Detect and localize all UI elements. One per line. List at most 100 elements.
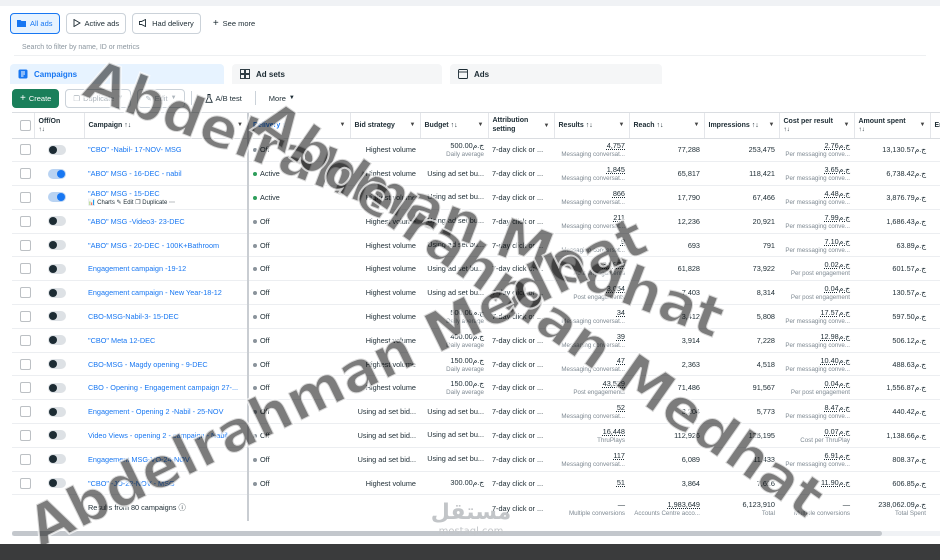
- see-more-button[interactable]: + See more: [207, 13, 261, 34]
- reach-cell: 3,914: [629, 328, 704, 353]
- tab-ad-sets[interactable]: Ad sets: [232, 64, 442, 84]
- col-attribution[interactable]: Attribution setting ▼: [488, 113, 555, 139]
- select-all-checkbox[interactable]: [12, 113, 35, 139]
- on-off-toggle[interactable]: [48, 216, 66, 227]
- edit-action[interactable]: Edit: [123, 200, 133, 206]
- campaign-name-link[interactable]: "ABO" MSG - 15-DEC: [88, 189, 243, 198]
- impressions-cell: 20,921: [704, 209, 779, 234]
- table-row[interactable]: "ABO" MSG - 16-DEC - nabil Active Highest …: [12, 161, 940, 187]
- toolbar-divider: [254, 91, 256, 105]
- on-off-toggle[interactable]: [48, 168, 66, 179]
- row-checkbox[interactable]: [12, 375, 34, 401]
- col-amount-spent[interactable]: Amount spent ↑↓ ▼: [854, 113, 931, 139]
- table-row[interactable]: "ABO" MSG - 20-DEC - 100K+Bathroom Off Hig…: [12, 233, 940, 258]
- col-delivery[interactable]: Delivery ↑ ▼: [248, 113, 351, 139]
- charts-action[interactable]: Charts: [97, 200, 115, 206]
- table-row[interactable]: CBO - Opening - Engagement campaign 27-.…: [12, 375, 940, 401]
- table-row[interactable]: "CBO" -Nabil- 17-NOV- MSG Off Highest volu…: [12, 138, 940, 163]
- delivery-status: Off: [260, 288, 270, 298]
- on-off-toggle[interactable]: [48, 263, 66, 274]
- bid-strategy-value: Using ad set bid...: [357, 454, 416, 464]
- more-button[interactable]: More ▼: [261, 88, 302, 108]
- table-row[interactable]: "CBO" -JO-22-NOV - MSG Off Highest volume 3…: [12, 471, 940, 496]
- col-ends[interactable]: En: [930, 113, 940, 139]
- had-delivery-button[interactable]: Had delivery: [132, 12, 201, 34]
- table-row[interactable]: Video Views - opening 2 - campaign - Nab…: [12, 423, 940, 448]
- row-checkbox[interactable]: [12, 471, 34, 496]
- row-checkbox[interactable]: [12, 138, 34, 163]
- budget-cell: 500.00ج.م Daily average: [420, 304, 488, 329]
- create-button[interactable]: + Create: [12, 88, 60, 108]
- row-checkbox[interactable]: [12, 304, 34, 329]
- campaign-name-link[interactable]: CBO-MSG - Magdy opening - 9-DEC: [88, 360, 243, 369]
- on-off-toggle[interactable]: [48, 311, 66, 322]
- active-ads-button[interactable]: Active ads: [65, 12, 127, 34]
- search-input[interactable]: Search to filter by name, ID or metrics: [14, 40, 926, 56]
- row-checkbox[interactable]: [12, 280, 34, 306]
- row-checkbox[interactable]: [12, 328, 34, 353]
- campaign-name-link[interactable]: "ABO" MSG - 20-DEC - 100K+Bathroom: [88, 241, 243, 250]
- row-checkbox[interactable]: [12, 161, 34, 187]
- campaign-name-link[interactable]: Engagement campaign - New Year-18-12: [88, 288, 243, 297]
- campaign-name-link[interactable]: Engagement - Opening 2 -Nabil - 25-NOV: [88, 407, 243, 416]
- row-checkbox[interactable]: [12, 209, 34, 234]
- campaign-name-link[interactable]: Engagement campaign -19-12: [88, 264, 243, 273]
- campaign-name-link[interactable]: CBO - Opening - Engagement campaign 27-.…: [88, 383, 243, 392]
- edit-button[interactable]: ✎ Edit ▼: [137, 88, 185, 108]
- col-campaign[interactable]: Campaign ↑↓ ▼: [84, 113, 249, 139]
- more-icon[interactable]: ⋯: [169, 200, 175, 206]
- on-off-toggle[interactable]: [48, 478, 66, 489]
- campaign-name-link[interactable]: Engagement MSG-VO-24-NOV: [88, 455, 243, 464]
- impressions-value: 5,808: [756, 311, 775, 321]
- campaign-cell: Engagement - Opening 2 -Nabil - 25-NOV: [84, 399, 249, 425]
- duplicate-action[interactable]: Duplicate: [142, 200, 167, 206]
- table-row[interactable]: "CBO" Meta 12-DEC Off Highest volume 400.00…: [12, 328, 940, 353]
- table-row[interactable]: Engagement - Opening 2 -Nabil - 25-NOV Of…: [12, 399, 940, 425]
- campaign-name-link[interactable]: "ABO" MSG - 16-DEC - nabil: [88, 169, 243, 178]
- row-checkbox[interactable]: [12, 185, 34, 210]
- row-checkbox[interactable]: [12, 399, 34, 425]
- table-row[interactable]: CBO-MSG-Nabil-3- 15-DEC Off Highest volume…: [12, 304, 940, 329]
- campaign-name-link[interactable]: CBO-MSG-Nabil-3- 15-DEC: [88, 312, 243, 321]
- campaign-name-link[interactable]: "ABO" MSG -Video3- 23-DEC: [88, 217, 243, 226]
- status-dot: [253, 148, 257, 153]
- row-checkbox[interactable]: [12, 233, 34, 258]
- on-off-toggle[interactable]: [48, 359, 66, 370]
- table-row[interactable]: Engagement MSG-VO-24-NOV Off Using ad set …: [12, 447, 940, 472]
- duplicate-button[interactable]: ❐ Duplicate ▼: [65, 88, 132, 108]
- on-off-toggle[interactable]: [48, 144, 66, 155]
- col-reach[interactable]: Reach ↑↓ ▼: [629, 113, 705, 139]
- row-checkbox[interactable]: [12, 352, 34, 377]
- campaign-name-link[interactable]: "CBO" -Nabil- 17-NOV- MSG: [88, 145, 243, 154]
- on-off-toggle[interactable]: [48, 192, 66, 203]
- col-results[interactable]: Results ↑↓ ▼: [554, 113, 630, 139]
- col-impressions[interactable]: Impressions ↑↓ ▼: [704, 113, 780, 139]
- table-row[interactable]: Engagement campaign -19-12 Off Highest vol…: [12, 256, 940, 282]
- on-off-toggle[interactable]: [48, 382, 66, 393]
- row-checkbox[interactable]: [12, 423, 34, 448]
- col-budget[interactable]: Budget ↑↓ ▼: [420, 113, 489, 139]
- row-checkbox[interactable]: [12, 256, 34, 282]
- on-off-toggle[interactable]: [48, 240, 66, 251]
- tab-ads[interactable]: Ads: [450, 64, 662, 84]
- table-row[interactable]: Engagement campaign - New Year-18-12 Off H…: [12, 280, 940, 306]
- on-off-toggle[interactable]: [48, 430, 66, 441]
- campaign-name-link[interactable]: "CBO" -JO-22-NOV - MSG: [88, 479, 243, 488]
- col-bid-strategy[interactable]: Bid strategy ▼: [350, 113, 421, 139]
- campaign-name-link[interactable]: Video Views - opening 2 - campaign - Nab…: [88, 431, 243, 440]
- col-cost-per-result[interactable]: Cost per result ↑↓ ▼: [779, 113, 855, 139]
- status-dot: [253, 434, 257, 439]
- table-row[interactable]: "ABO" MSG -Video3- 23-DEC Off Highest volu…: [12, 209, 940, 234]
- row-checkbox[interactable]: [12, 447, 34, 472]
- on-off-toggle[interactable]: [48, 287, 66, 298]
- table-row[interactable]: "ABO" MSG - 15-DEC 📊 Charts ✎ Edit ❐ Dupl…: [12, 185, 940, 210]
- campaign-name-link[interactable]: "CBO" Meta 12-DEC: [88, 336, 243, 345]
- on-off-toggle[interactable]: [48, 406, 66, 417]
- col-off-on[interactable]: Off/On ↑↓: [34, 113, 85, 139]
- on-off-toggle[interactable]: [48, 454, 66, 465]
- all-ads-button[interactable]: All ads: [10, 12, 60, 34]
- on-off-toggle[interactable]: [48, 335, 66, 346]
- table-row[interactable]: CBO-MSG - Magdy opening - 9-DEC Off Highes…: [12, 352, 940, 377]
- ab-test-button[interactable]: A/B test: [197, 88, 249, 108]
- tab-campaigns[interactable]: Campaigns: [10, 64, 224, 84]
